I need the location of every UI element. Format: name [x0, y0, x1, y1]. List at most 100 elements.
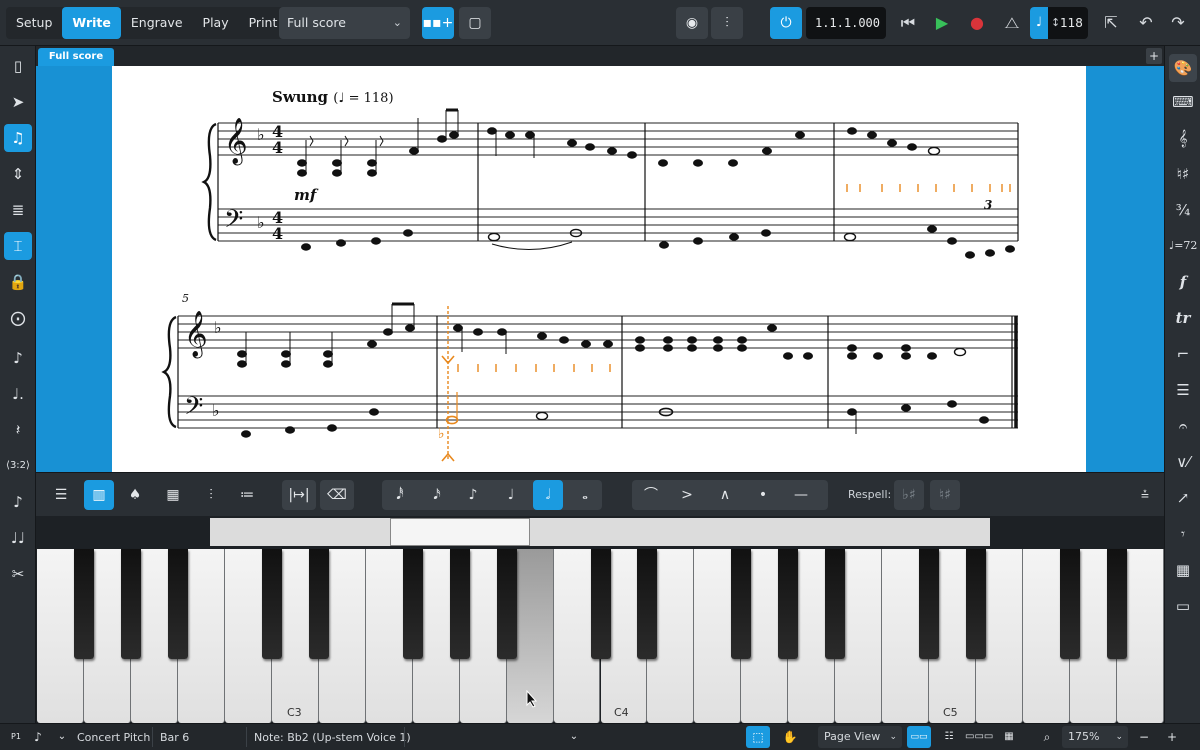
piano-black-key[interactable]: [637, 549, 658, 659]
score-view[interactable]: Swung (♩ = 118) mf 5 3 𝄞 𝄢 ♭ ♭ 4 4 4 4 𝄞…: [36, 66, 1164, 472]
notation-canvas[interactable]: 𝄞 𝄢 ♭ ♭ 44 44 𝄞 𝄢 ♭ ♭ ♭: [112, 66, 1086, 472]
zoom-out-button[interactable]: −: [1132, 726, 1156, 748]
activate-project-button[interactable]: ⏻: [770, 7, 802, 39]
time-signatures-button[interactable]: ¾: [1169, 196, 1197, 224]
scissors-tool[interactable]: ✂: [4, 560, 32, 588]
status-expand-button[interactable]: ⌄: [562, 726, 586, 748]
bars-button[interactable]: ☰: [1169, 376, 1197, 404]
piano-black-key[interactable]: [1107, 549, 1128, 659]
keyboard-panel-button[interactable]: ⌨: [1169, 88, 1197, 116]
keyboard-viewport-handle[interactable]: [390, 518, 530, 546]
piano-black-key[interactable]: [496, 549, 517, 659]
tempo-button[interactable]: ♩=72: [1169, 232, 1197, 260]
zoom-in-button[interactable]: +: [1160, 726, 1184, 748]
piano-black-key[interactable]: [73, 549, 94, 659]
clefs-button[interactable]: 𝄞: [1169, 124, 1197, 152]
mode-engrave[interactable]: Engrave: [121, 7, 193, 39]
bass-clef[interactable]: 𝄢: [224, 205, 243, 240]
duration-quarter[interactable]: ♩: [496, 480, 526, 510]
mixer-button[interactable]: ⫶: [711, 7, 743, 39]
lock-duration-tool[interactable]: 🔒: [4, 268, 32, 296]
piano-black-key[interactable]: [120, 549, 141, 659]
galley-view-button[interactable]: ▪▪+: [422, 7, 454, 39]
properties-panel-button[interactable]: 🎨: [1169, 54, 1197, 82]
score-page[interactable]: Swung (♩ = 118) mf 5 3 𝄞 𝄢 ♭ ♭ 4 4 4 4 𝄞…: [112, 66, 1086, 472]
play-button[interactable]: ▶: [927, 7, 957, 39]
fretboard-button[interactable]: ♠: [120, 480, 150, 510]
piano-black-key[interactable]: [261, 549, 282, 659]
view-type-select[interactable]: Page View ⌄: [818, 726, 902, 748]
piano-black-key[interactable]: [590, 549, 611, 659]
duration-16th[interactable]: 𝅘𝅥𝅯: [422, 480, 452, 510]
note-input-status-button[interactable]: ♪: [26, 726, 50, 748]
click-button[interactable]: ⧍: [997, 7, 1027, 39]
page-arrangement-grid[interactable]: ▦: [997, 726, 1021, 748]
list-view-button[interactable]: ☰: [46, 480, 76, 510]
tab-full-score[interactable]: Full score: [38, 48, 114, 66]
caret-tool[interactable]: ⌶: [4, 232, 32, 260]
system-2-bass-notes[interactable]: [241, 400, 989, 438]
panel-toggle-button[interactable]: ▯: [4, 52, 32, 80]
zoom-icon-button[interactable]: ⌕: [1035, 726, 1059, 748]
key-signature-flat-bass[interactable]: ♭: [257, 213, 265, 232]
zoom-select[interactable]: 175% ⌄: [1062, 726, 1128, 748]
comments-button[interactable]: ▭: [1169, 592, 1197, 620]
window-mode-button[interactable]: ▢: [459, 7, 491, 39]
video-button[interactable]: ◉: [676, 7, 708, 39]
lower-zone-options-button[interactable]: ⩮: [1130, 480, 1160, 510]
accent-button[interactable]: >: [672, 480, 702, 510]
key-signature-flat-2[interactable]: ♭: [214, 318, 222, 337]
staccato-button[interactable]: •: [748, 480, 778, 510]
chord-tool[interactable]: ≣: [4, 196, 32, 224]
treble-clef-2[interactable]: 𝄞: [184, 311, 208, 359]
respell-down-button[interactable]: ♮♯: [930, 480, 960, 510]
keyboard-overview[interactable]: [210, 518, 990, 546]
piano-black-key[interactable]: [449, 549, 470, 659]
arrows-button[interactable]: ↗: [1169, 484, 1197, 512]
notes-panel-button[interactable]: ♪: [4, 344, 32, 372]
force-duration-tool[interactable]: ⨀: [4, 304, 32, 332]
piano-black-key[interactable]: [778, 549, 799, 659]
hand-tool-button[interactable]: ✋: [778, 726, 802, 748]
repeat-endings-button[interactable]: ⌐: [1169, 340, 1197, 368]
dynamics-button[interactable]: f: [1169, 268, 1197, 296]
undo-button[interactable]: ↶: [1131, 7, 1161, 39]
concert-pitch-toggle[interactable]: Concert Pitch: [77, 724, 150, 750]
keyboard-panel-toggle[interactable]: ▥: [84, 480, 114, 510]
key-editor-button[interactable]: ≔: [232, 480, 262, 510]
grace-note-button[interactable]: ♪: [4, 488, 32, 516]
mode-write[interactable]: Write: [62, 7, 121, 39]
lines-button[interactable]: ∨⁄: [1169, 448, 1197, 476]
marcato-button[interactable]: ∧: [710, 480, 740, 510]
export-button[interactable]: ⇱: [1096, 7, 1126, 39]
rewind-button[interactable]: ⏮: [893, 7, 923, 39]
status-chevron-button[interactable]: ⌄: [50, 726, 74, 748]
delete-button[interactable]: ⌫: [320, 480, 354, 510]
mode-play[interactable]: Play: [193, 7, 239, 39]
duration-32nd[interactable]: 𝅘𝅥𝅰: [385, 480, 415, 510]
key-signature-flat-bass-2[interactable]: ♭: [212, 401, 220, 420]
page-arrangement-horizontal[interactable]: ▭▭▭: [965, 726, 993, 748]
piano-black-key[interactable]: [308, 549, 329, 659]
insert-tool[interactable]: ⇕: [4, 160, 32, 188]
duration-8th[interactable]: ♪: [458, 480, 488, 510]
advance-button[interactable]: |↦|: [282, 480, 316, 510]
redo-button[interactable]: ↷: [1163, 7, 1193, 39]
mixer-lower-button[interactable]: ⫶: [196, 480, 226, 510]
cues-button[interactable]: ▦: [1169, 556, 1197, 584]
page-arrangement-spreads[interactable]: ▭▭: [907, 726, 931, 748]
select-tool[interactable]: ➤: [4, 88, 32, 116]
slur-button[interactable]: ⌒: [636, 480, 666, 510]
piano-keyboard[interactable]: [37, 549, 1164, 723]
respell-up-button[interactable]: ♭♯: [894, 480, 924, 510]
tenuto-button[interactable]: —: [786, 480, 816, 510]
piano-black-key[interactable]: [167, 549, 188, 659]
playing-techniques-button[interactable]: 𝄾: [1169, 520, 1197, 548]
drum-pads-button[interactable]: ▦: [158, 480, 188, 510]
system-2-treble-notes[interactable]: [237, 302, 967, 368]
add-tab-button[interactable]: +: [1146, 48, 1162, 64]
bass-clef-2[interactable]: 𝄢: [184, 392, 203, 427]
tuplet-button[interactable]: ⟨3:2⟩: [4, 452, 32, 480]
piano-black-key[interactable]: [1060, 549, 1081, 659]
piano-black-key[interactable]: [402, 549, 423, 659]
